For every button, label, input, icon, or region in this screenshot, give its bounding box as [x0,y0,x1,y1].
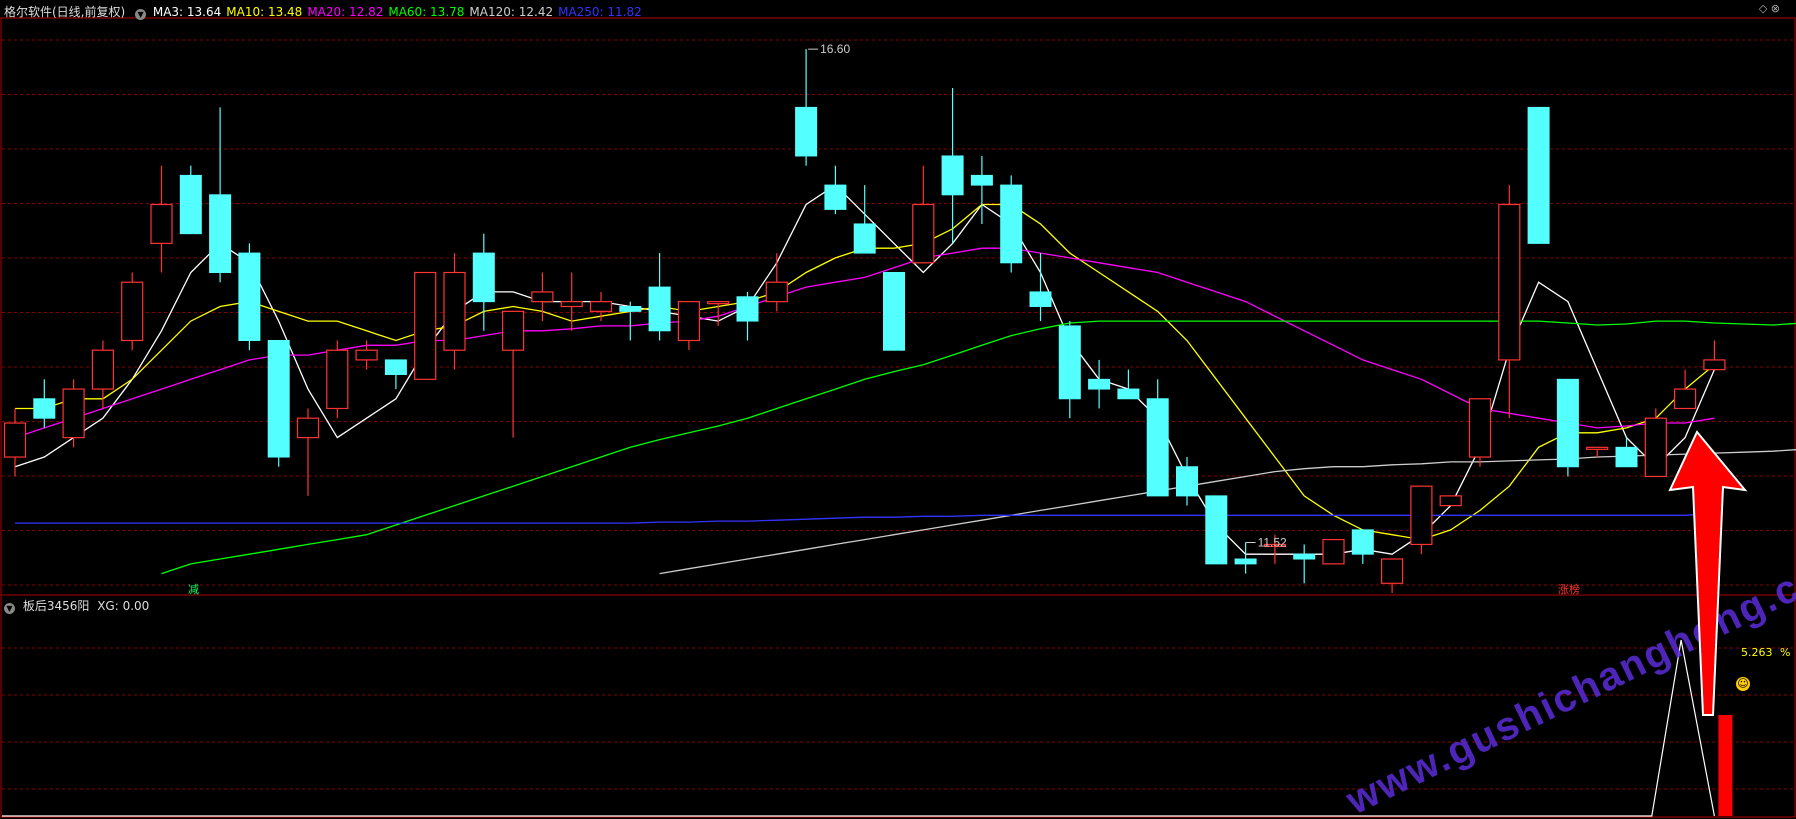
ma-line-ma120 [659,449,1796,575]
ma-legend-item: MA250: 11.82 [558,5,642,19]
candle-up [1644,417,1667,478]
red-arrow [1668,430,1748,716]
marker-jian: 减 [188,583,199,596]
marker-zhangting: 涨榜 [1558,583,1580,596]
candle-down [1556,378,1579,468]
candle-down [883,272,905,351]
candle-down [209,194,232,274]
candle-down [1351,529,1374,555]
candle-down [179,174,202,235]
collapse-icon[interactable]: ▼ [135,9,147,20]
smiley-icon: ☺ [1736,677,1750,691]
ma-legend: MA3: 13.64 MA10: 13.48 MA20: 12.82 MA60: 13… [153,5,647,19]
candle-up [355,349,378,361]
candle-up [502,310,525,351]
candle-down [941,155,964,196]
candle-up [589,301,613,312]
candle-up [62,388,85,439]
candle-down [1088,378,1111,390]
ma-legend-item: MA10: 13.48 [226,5,303,19]
ma-line-ma250 [15,512,1715,524]
candle-up [326,349,349,410]
stock-title: 格尔软件(日线,前复权) [4,5,126,19]
candle-up [912,203,935,264]
candle-up [91,349,115,390]
candle-down [648,286,671,332]
candle-down [1527,106,1550,244]
candle-down [1293,553,1316,560]
sub-header: ▼ 板后3456阳 XG: 0.00 [4,597,149,614]
ma-legend-item: MA20: 12.82 [307,5,384,19]
candle-up [1498,203,1521,361]
high-annotation-label: 16.60 [820,42,850,56]
candle-up [765,281,788,303]
candle-up [1703,359,1726,371]
collapse-icon[interactable]: ▼ [4,603,15,614]
candle-up [1586,446,1609,450]
xg-value: XG: 0.00 [97,599,150,613]
candle-down [853,223,876,254]
candle-down [1205,495,1228,565]
candle-down [384,359,407,375]
indicator-title: 板后3456阳 [22,599,90,613]
candle-down [33,398,56,419]
ma-legend-item: MA3: 13.64 [152,5,222,19]
candle-up [531,291,554,303]
candle-down [1234,558,1257,565]
candle-up [1673,388,1697,410]
candle-down [1000,184,1023,264]
candle-down [472,252,495,303]
candle-down [1176,466,1198,497]
candle-up [1439,495,1462,507]
candle-up [121,281,144,342]
indicator-bar [1718,715,1733,816]
candle-down [1117,388,1140,400]
candle-down [619,306,642,312]
candle-down [795,106,818,157]
sub-value-number: 5.263 [1741,646,1773,659]
sub-value-unit: % [1780,646,1791,659]
ma-legend-item: MA120: 12.42 [469,5,554,19]
candle-down [1615,446,1638,468]
candle-down [736,296,759,322]
candle-up [1410,485,1433,546]
candle-up [707,301,730,305]
candle-down [267,339,290,458]
candle-up [1380,558,1404,584]
candle-down [970,174,993,186]
header-right-icons[interactable]: ◇ ⊗ [1759,2,1780,15]
candle-down [238,252,261,341]
candle-up [296,417,320,439]
low-annotation-label: 11.52 [1258,535,1287,549]
candle-up [443,271,466,351]
sub-value: 5.263 % [1741,646,1790,659]
candle-up [1468,398,1492,458]
candle-down [824,184,847,210]
candle-up [414,271,437,380]
stock-chart: 16.6011.52 www.gushichanghong.com [0,17,1796,819]
candle-down [1029,291,1052,307]
ma-legend-item: MA60: 13.78 [388,5,465,19]
chart-header: 格尔软件(日线,前复权) ▼ MA3: 13.64 MA10: 13.48 MA20… [4,3,647,20]
candle-up [150,203,173,244]
candle-up [560,301,583,308]
candle-down [1146,398,1169,497]
candle-up [1322,538,1345,565]
candle-up [3,422,27,458]
candle-down [1058,325,1081,400]
candle-up [677,301,701,342]
ma-line-ma60 [161,320,1796,575]
